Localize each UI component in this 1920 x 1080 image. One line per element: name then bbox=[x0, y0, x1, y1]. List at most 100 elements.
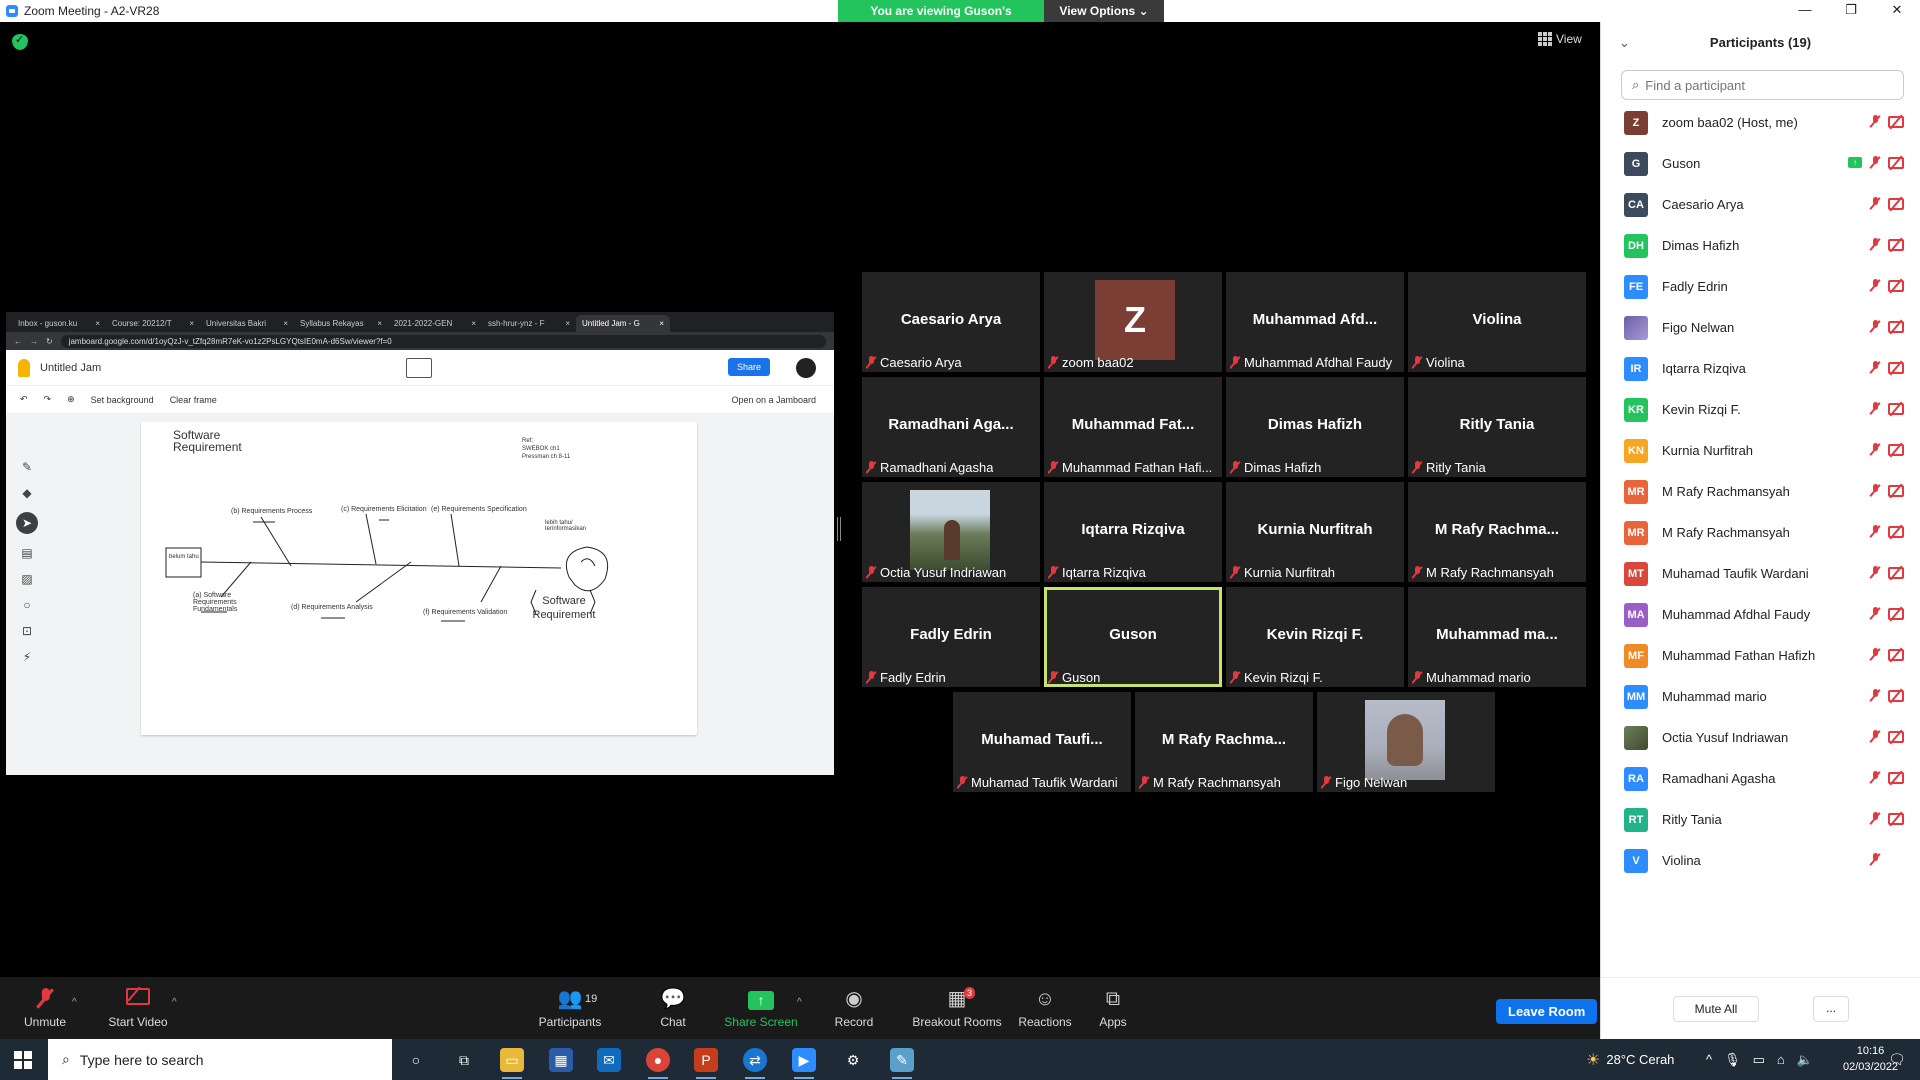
network-icon[interactable]: ⌂ bbox=[1777, 1052, 1785, 1067]
file-explorer-icon[interactable]: ▭ bbox=[500, 1048, 524, 1079]
video-tile[interactable]: Octia Yusuf Indriawan bbox=[862, 482, 1040, 582]
tile-name-label: Muhammad Fathan Hafi... bbox=[1048, 457, 1212, 477]
search-icon: ⌕ bbox=[1632, 77, 1640, 92]
participant-item[interactable]: V Violina bbox=[1601, 840, 1920, 881]
participant-item[interactable]: MR M Rafy Rachmansyah bbox=[1601, 512, 1920, 553]
video-tile[interactable]: Iqtarra Rizqiva Iqtarra Rizqiva bbox=[1044, 482, 1222, 582]
mute-all-button[interactable]: Mute All bbox=[1673, 996, 1759, 1022]
record-button[interactable]: ◉ Record bbox=[809, 987, 899, 1029]
video-tile[interactable]: Violina Violina bbox=[1408, 272, 1586, 372]
volume-icon[interactable]: 🔈 bbox=[1797, 1052, 1813, 1068]
text-box-icon: ⊡ bbox=[21, 624, 33, 638]
participant-item[interactable]: Octia Yusuf Indriawan bbox=[1601, 717, 1920, 758]
task-view-icon[interactable]: ⧉ bbox=[452, 1048, 476, 1072]
video-tile[interactable]: Muhamad Taufi... Muhamad Taufik Wardani bbox=[953, 692, 1131, 792]
notepad-icon[interactable]: ✎ bbox=[890, 1048, 914, 1079]
participant-status-icons: ↑ bbox=[1848, 156, 1904, 169]
video-tile[interactable]: Muhammad Afd... Muhammad Afdhal Faudy bbox=[1226, 272, 1404, 372]
video-tile[interactable]: Zzoom baa02 bbox=[1044, 272, 1222, 372]
notification-icon[interactable]: 🗨 bbox=[1888, 1039, 1906, 1080]
tile-label-text: Caesario Arya bbox=[880, 354, 962, 370]
video-tile[interactable]: Figo Nelwan bbox=[1317, 692, 1495, 792]
participant-item[interactable]: MA Muhammad Afdhal Faudy bbox=[1601, 594, 1920, 635]
leave-room-button[interactable]: Leave Room bbox=[1496, 999, 1598, 1024]
chevron-up-icon: ^ bbox=[172, 997, 177, 1008]
participant-item[interactable]: KN Kurnia Nurfitrah bbox=[1601, 430, 1920, 471]
participant-item[interactable]: CA Caesario Arya bbox=[1601, 184, 1920, 225]
taskbar-search[interactable]: ⌕ Type here to search bbox=[48, 1039, 392, 1080]
tile-name-label: Muhammad mario bbox=[1412, 667, 1531, 687]
participant-item[interactable]: MM Muhammad mario bbox=[1601, 676, 1920, 717]
participant-item[interactable]: Zzoom baa02 (Host, me) bbox=[1601, 102, 1920, 143]
encryption-shield-icon[interactable] bbox=[12, 33, 28, 50]
cortana-icon[interactable]: ○ bbox=[404, 1048, 428, 1072]
minimize-button[interactable]: — bbox=[1782, 0, 1828, 22]
chat-button[interactable]: 💬 Chat bbox=[628, 987, 718, 1029]
reload-icon: ↻ bbox=[46, 336, 53, 346]
weather-widget[interactable]: ☀ 28°C Cerah bbox=[1586, 1039, 1674, 1080]
browser-tab-label: Universitas Bakri bbox=[206, 319, 267, 328]
participant-item[interactable]: RT Ritly Tania bbox=[1601, 799, 1920, 840]
participant-item[interactable]: Figo Nelwan bbox=[1601, 307, 1920, 348]
maximize-button[interactable]: ❐ bbox=[1828, 0, 1874, 22]
chevron-down-icon[interactable]: ⌄ bbox=[1619, 22, 1630, 64]
video-tile[interactable]: Dimas Hafizh Dimas Hafizh bbox=[1226, 377, 1404, 477]
video-tile[interactable]: Muhammad Fat... Muhammad Fathan Hafi... bbox=[1044, 377, 1222, 477]
mic-muted-icon bbox=[1870, 156, 1880, 169]
split-drag-handle[interactable] bbox=[837, 517, 841, 541]
view-button[interactable]: View bbox=[1538, 32, 1582, 46]
video-tile[interactable]: Ramadhani Aga... Ramadhani Agasha bbox=[862, 377, 1040, 477]
close-button[interactable]: ✕ bbox=[1874, 0, 1920, 22]
participant-item[interactable]: KR Kevin Rizqi F. bbox=[1601, 389, 1920, 430]
video-tile[interactable]: Ritly Tania Ritly Tania bbox=[1408, 377, 1586, 477]
more-options-button[interactable]: ... bbox=[1813, 996, 1849, 1022]
video-tile[interactable]: Kurnia Nurfitrah Kurnia Nurfitrah bbox=[1226, 482, 1404, 582]
video-tile[interactable]: Fadly Edrin Fadly Edrin bbox=[862, 587, 1040, 687]
video-tile[interactable]: M Rafy Rachma... M Rafy Rachmansyah bbox=[1135, 692, 1313, 792]
store-icon[interactable]: ▦ bbox=[549, 1048, 573, 1072]
participant-search-input[interactable] bbox=[1645, 77, 1886, 93]
participant-item[interactable]: FE Fadly Edrin bbox=[1601, 266, 1920, 307]
video-tile[interactable]: Guson Guson bbox=[1044, 587, 1222, 687]
video-tile[interactable]: Muhammad ma... Muhammad mario bbox=[1408, 587, 1586, 687]
battery-icon[interactable]: ▭ bbox=[1753, 1052, 1765, 1068]
video-tile[interactable]: Caesario Arya Caesario Arya bbox=[862, 272, 1040, 372]
grid-view-icon bbox=[1538, 32, 1552, 46]
tile-label-text: Muhamad Taufik Wardani bbox=[971, 774, 1118, 790]
breakout-rooms-button[interactable]: ▦ 3 Breakout Rooms bbox=[902, 987, 1012, 1029]
mic-muted-icon bbox=[1048, 565, 1058, 579]
participant-item[interactable]: MR M Rafy Rachmansyah bbox=[1601, 471, 1920, 512]
mic-muted-icon bbox=[1412, 355, 1422, 369]
participants-button[interactable]: 👥 19 Participants bbox=[525, 987, 615, 1029]
close-icon: × bbox=[189, 319, 194, 328]
browser-address-bar: ← → ↻ jamboard.google.com/d/1oyQzJ-v_tZf… bbox=[6, 332, 834, 350]
mic-muted-icon bbox=[1870, 689, 1880, 702]
video-feed bbox=[910, 490, 990, 570]
participant-item[interactable]: DH Dimas Hafizh bbox=[1601, 225, 1920, 266]
chrome-icon[interactable]: ● bbox=[646, 1048, 670, 1079]
video-tile[interactable]: M Rafy Rachma... M Rafy Rachmansyah bbox=[1408, 482, 1586, 582]
video-options-button[interactable]: ^ bbox=[160, 987, 190, 1011]
view-label: View bbox=[1556, 32, 1582, 46]
participant-search[interactable]: ⌕ bbox=[1621, 70, 1904, 100]
participant-item[interactable]: G Guson ↑ bbox=[1601, 143, 1920, 184]
windows-start-icon[interactable] bbox=[14, 1051, 32, 1069]
video-tile[interactable]: Kevin Rizqi F. Kevin Rizqi F. bbox=[1226, 587, 1404, 687]
mail-icon[interactable]: ✉ bbox=[597, 1048, 621, 1072]
view-options-button[interactable]: View Options ⌄ bbox=[1044, 0, 1164, 22]
microphone-icon[interactable]: 🎙 bbox=[1724, 1052, 1741, 1068]
participant-item[interactable]: IR Iqtarra Rizqiva bbox=[1601, 348, 1920, 389]
audio-options-button[interactable]: ^ bbox=[60, 987, 90, 1011]
zoom-taskbar-icon[interactable]: ▶ bbox=[792, 1048, 816, 1079]
participant-item[interactable]: MF Muhammad Fathan Hafizh bbox=[1601, 635, 1920, 676]
participant-item[interactable]: RA Ramadhani Agasha bbox=[1601, 758, 1920, 799]
start-video-label: Start Video bbox=[108, 1015, 168, 1029]
chevron-up-icon[interactable]: ^ bbox=[1706, 1052, 1712, 1067]
mic-muted-icon bbox=[1870, 771, 1880, 784]
apps-button[interactable]: ⧉ Apps bbox=[1068, 987, 1158, 1029]
participant-item[interactable]: MT Muhamad Taufik Wardani bbox=[1601, 553, 1920, 594]
powerpoint-icon[interactable]: P bbox=[694, 1048, 718, 1079]
settings-icon[interactable]: ⚙ bbox=[841, 1048, 865, 1072]
teamviewer-icon[interactable]: ⇄ bbox=[743, 1048, 767, 1079]
shared-screen[interactable]: Inbox - guson.ku × Course: 20212/T × Univers… bbox=[6, 312, 834, 775]
